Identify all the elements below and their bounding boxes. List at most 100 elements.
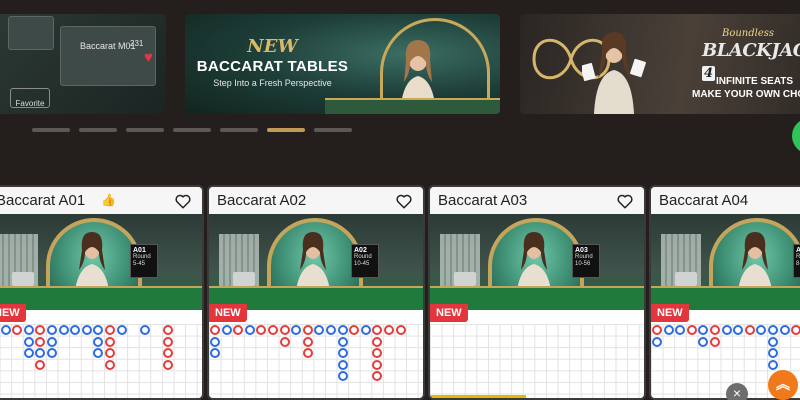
banker-bead (81, 325, 92, 335)
banker-bead (768, 348, 778, 359)
player-bead (652, 325, 662, 335)
banker-bead (314, 325, 325, 335)
chevrons-up-icon[interactable]: ︽ (768, 370, 798, 400)
mini-table-thumb (8, 16, 54, 50)
heart-filled-icon: ♥ (144, 49, 153, 66)
panel-table-id: A04 (796, 247, 800, 254)
panel-round-label: Round (354, 254, 372, 260)
table-name: Baccarat A03 (438, 192, 528, 209)
carousel-dot[interactable] (79, 128, 117, 132)
banker-bead (93, 336, 104, 347)
carousel-dot[interactable] (32, 128, 70, 132)
banker-bead (326, 325, 336, 335)
table-card-header: Baccarat A04 (651, 187, 800, 214)
carousel-dot[interactable] (126, 128, 164, 132)
card-shoe (12, 272, 34, 286)
panel-round-value: 5-45 (133, 261, 146, 267)
banner-new-baccarat[interactable]: NEW BACCARAT TABLES Step Into a Fresh Pe… (185, 14, 500, 114)
player-bead (372, 336, 383, 347)
banker-bead (70, 325, 81, 335)
banker-bead (756, 325, 767, 335)
banker-bead (221, 325, 232, 335)
table-video[interactable]: A04 Round 8-22 (651, 214, 800, 310)
player-bead (372, 371, 383, 382)
banker-bead (721, 325, 732, 335)
player-bead (744, 325, 755, 335)
player-bead (710, 336, 720, 347)
table-video[interactable]: A01 Round 5-45 (0, 214, 202, 310)
carousel-dot[interactable] (314, 128, 352, 132)
bead-roadmap[interactable] (209, 324, 423, 398)
table-video[interactable]: A03 Round 10-56 (430, 214, 644, 310)
player-bead (163, 348, 173, 359)
table-card[interactable]: Baccarat A03 A03 Round 10-56 NEW (428, 185, 646, 400)
player-bead (256, 325, 267, 335)
heart-outline-icon[interactable] (395, 192, 413, 210)
banker-bead (337, 359, 348, 370)
bead-roadmap[interactable] (0, 324, 202, 398)
banker-bead (0, 325, 11, 335)
carousel-dot[interactable] (173, 128, 211, 132)
carousel-dot[interactable] (220, 128, 258, 132)
blackjack-title-number: 4 (702, 66, 715, 81)
bead-roadmap[interactable] (430, 324, 644, 398)
banker-bead (47, 336, 57, 347)
table-card-header: Baccarat A01 👍 (0, 187, 202, 214)
heart-outline-icon[interactable] (616, 192, 634, 210)
player-bead (105, 325, 115, 335)
player-bead (302, 325, 313, 335)
table-video[interactable]: A02 Round 10-45 (209, 214, 423, 310)
banner-favorites[interactable]: Baccarat M01 231 ♥ Favorite (0, 14, 166, 114)
player-bead (686, 325, 697, 335)
heart-outline-icon[interactable] (174, 192, 192, 210)
table-card[interactable]: Baccarat A01 👍 A01 Round 5-45 EW (0, 185, 204, 400)
banker-bead (58, 325, 69, 335)
round-info-panel: A04 Round 8-22 (793, 244, 800, 278)
blackjack-top-label: Boundless (722, 28, 775, 39)
banker-bead (23, 348, 34, 359)
banker-bead (675, 325, 686, 335)
banner-carousel[interactable]: Baccarat M01 231 ♥ Favorite NEW BACCARAT… (0, 14, 800, 114)
banker-bead (47, 348, 57, 359)
panel-round-label: Round (796, 254, 800, 260)
player-bead (35, 359, 46, 370)
banker-bead (47, 325, 57, 335)
banner-title: BACCARAT TABLES (196, 58, 349, 75)
banker-bead (698, 325, 709, 335)
banker-bead (210, 348, 220, 359)
player-bead (105, 348, 115, 359)
banker-bead (768, 359, 778, 370)
favorite-label: Favorite (15, 99, 45, 108)
player-bead (268, 325, 278, 335)
new-badge: NEW (430, 304, 468, 322)
panel-table-id: A03 (575, 247, 588, 254)
banker-bead (291, 325, 302, 335)
table-card[interactable]: Baccarat A04 A04 Round (649, 185, 800, 400)
carousel-dot[interactable] (267, 128, 305, 132)
player-bead (384, 325, 394, 335)
table-edge (325, 98, 500, 114)
panel-round-label: Round (133, 254, 151, 260)
mini-table-card (60, 26, 156, 86)
blackjack-line2: MAKE YOUR OWN CHO (692, 89, 800, 100)
banner-boundless-blackjack[interactable]: Boundless BLACKJACK 4 INFINITE SEATS MAKE… (520, 14, 800, 114)
banker-bead (337, 371, 348, 382)
player-bead (372, 348, 383, 359)
table-name: Baccarat A02 (217, 192, 307, 209)
banker-bead (779, 325, 790, 335)
table-card[interactable]: Baccarat A02 A02 Round 10-45 NEW (207, 185, 425, 400)
close-icon[interactable]: × (726, 383, 748, 400)
banker-bead (210, 336, 220, 347)
banker-bead (35, 348, 46, 359)
player-bead (279, 325, 290, 335)
card-shoe (675, 272, 697, 286)
blackjack-line1: INFINITE SEATS (716, 76, 794, 87)
panel-round-value: 8-22 (796, 261, 800, 267)
table-card-header: Baccarat A03 (430, 187, 644, 214)
player-bead (302, 336, 313, 347)
player-bead (349, 325, 360, 335)
favorite-tile: Favorite (10, 88, 50, 108)
new-badge: NEW (0, 304, 26, 322)
side-tab-green[interactable] (792, 118, 800, 154)
card-shoe (454, 272, 476, 286)
